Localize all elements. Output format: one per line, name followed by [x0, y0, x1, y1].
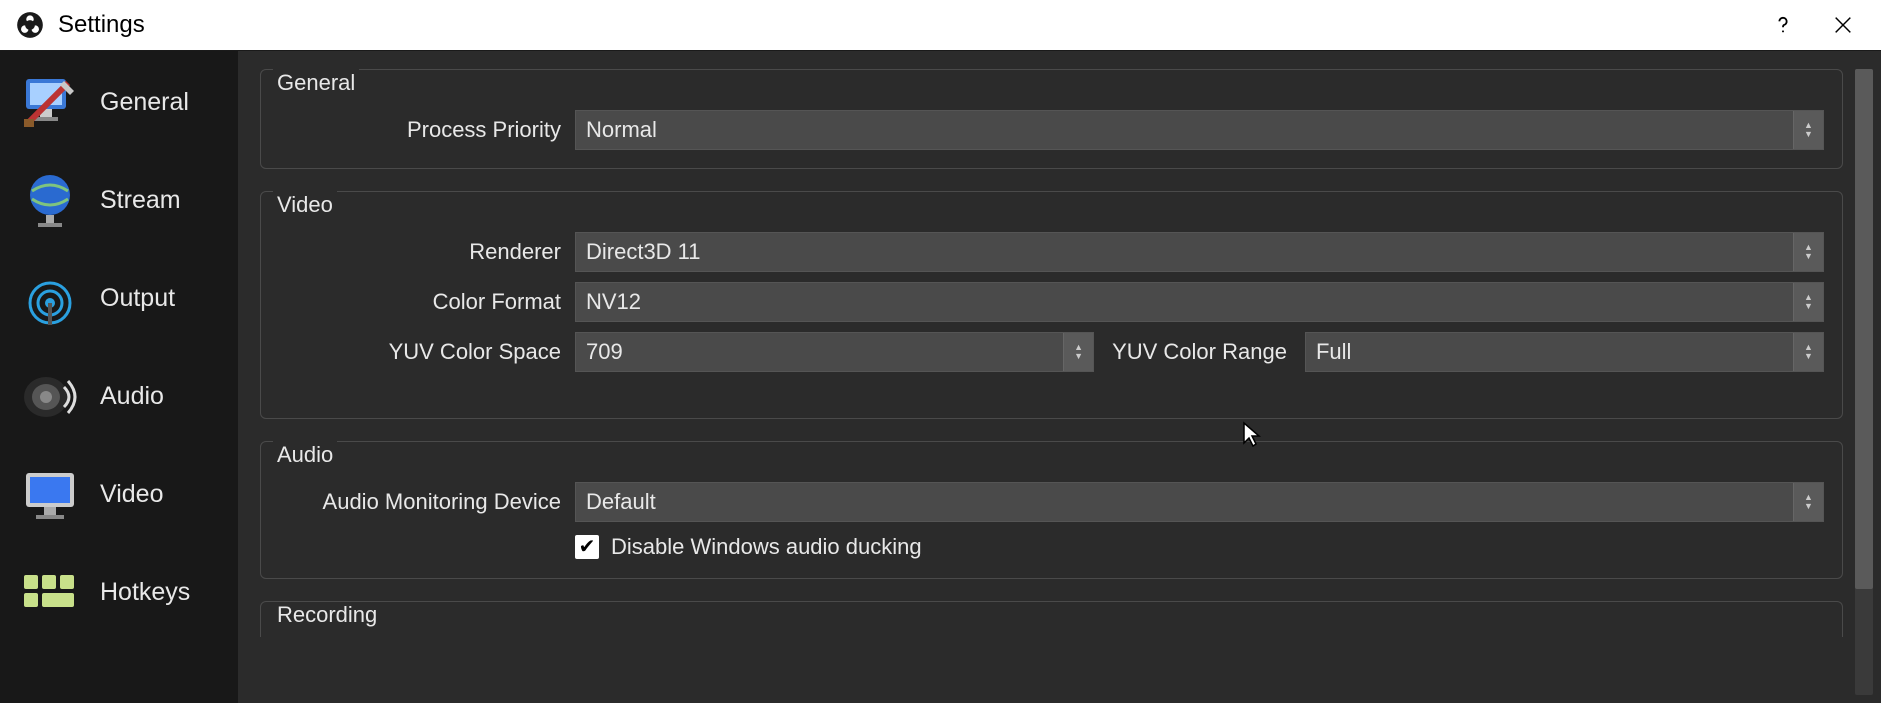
- select-value: Direct3D 11: [586, 239, 701, 265]
- select-value: Default: [586, 489, 656, 515]
- group-title-audio: Audio: [273, 440, 337, 470]
- output-icon: [20, 269, 80, 327]
- checkbox-label: Disable Windows audio ducking: [611, 534, 922, 560]
- group-title-recording: Recording: [273, 601, 381, 630]
- settings-content: General Process Priority Normal ▲▼ Video…: [238, 51, 1855, 703]
- spinner-icon: ▲▼: [1793, 333, 1823, 371]
- sidebar-item-output[interactable]: Output: [0, 263, 238, 333]
- sidebar-item-label: Video: [100, 480, 164, 509]
- select-value: NV12: [586, 289, 641, 315]
- group-recording: Recording: [260, 601, 1843, 637]
- sidebar-item-audio[interactable]: Audio: [0, 361, 238, 431]
- select-audio-monitoring-device[interactable]: Default ▲▼: [575, 482, 1824, 522]
- label-color-format: Color Format: [279, 289, 561, 315]
- window-title: Settings: [58, 11, 145, 39]
- video-monitor-icon: [20, 465, 80, 523]
- select-value: Full: [1316, 339, 1351, 365]
- close-button[interactable]: [1813, 0, 1873, 50]
- app-icon: [16, 11, 44, 39]
- group-audio: Audio Audio Monitoring Device Default ▲▼…: [260, 441, 1843, 579]
- sidebar-item-label: Output: [100, 284, 175, 313]
- sidebar-item-label: General: [100, 88, 189, 117]
- sidebar-item-video[interactable]: Video: [0, 459, 238, 529]
- select-value: 709: [586, 339, 623, 365]
- audio-speaker-icon: [20, 367, 80, 425]
- spinner-icon: ▲▼: [1793, 283, 1823, 321]
- scrollbar[interactable]: [1855, 69, 1873, 695]
- select-value: Normal: [586, 117, 657, 143]
- sidebar-item-label: Audio: [100, 382, 164, 411]
- label-audio-monitoring-device: Audio Monitoring Device: [279, 489, 561, 515]
- spinner-icon: ▲▼: [1063, 333, 1093, 371]
- group-video: Video Renderer Direct3D 11 ▲▼ Color Form…: [260, 191, 1843, 419]
- settings-sidebar: General Stream: [0, 51, 238, 703]
- group-title-general: General: [273, 68, 359, 98]
- select-yuv-color-range[interactable]: Full ▲▼: [1305, 332, 1824, 372]
- scrollbar-thumb[interactable]: [1855, 69, 1873, 589]
- general-settings-icon: [20, 73, 80, 131]
- spinner-icon: ▲▼: [1793, 111, 1823, 149]
- label-process-priority: Process Priority: [279, 117, 561, 143]
- titlebar: Settings: [0, 0, 1881, 50]
- label-yuv-color-space: YUV Color Space: [279, 339, 561, 365]
- checkbox-disable-audio-ducking[interactable]: ✔ Disable Windows audio ducking: [575, 534, 1824, 560]
- sidebar-item-general[interactable]: General: [0, 67, 238, 137]
- label-renderer: Renderer: [279, 239, 561, 265]
- sidebar-item-hotkeys[interactable]: Hotkeys: [0, 557, 238, 627]
- select-color-format[interactable]: NV12 ▲▼: [575, 282, 1824, 322]
- hotkeys-keyboard-icon: [20, 563, 80, 621]
- select-renderer[interactable]: Direct3D 11 ▲▼: [575, 232, 1824, 272]
- sidebar-item-stream[interactable]: Stream: [0, 165, 238, 235]
- label-yuv-color-range: YUV Color Range: [1108, 339, 1291, 365]
- group-title-video: Video: [273, 190, 337, 220]
- select-process-priority[interactable]: Normal ▲▼: [575, 110, 1824, 150]
- sidebar-item-label: Hotkeys: [100, 578, 190, 607]
- spinner-icon: ▲▼: [1793, 233, 1823, 271]
- stream-icon: [20, 171, 80, 229]
- sidebar-item-label: Stream: [100, 186, 181, 215]
- group-general: General Process Priority Normal ▲▼: [260, 69, 1843, 169]
- checkbox-icon: ✔: [575, 535, 599, 559]
- help-button[interactable]: [1753, 0, 1813, 50]
- select-yuv-color-space[interactable]: 709 ▲▼: [575, 332, 1094, 372]
- spinner-icon: ▲▼: [1793, 483, 1823, 521]
